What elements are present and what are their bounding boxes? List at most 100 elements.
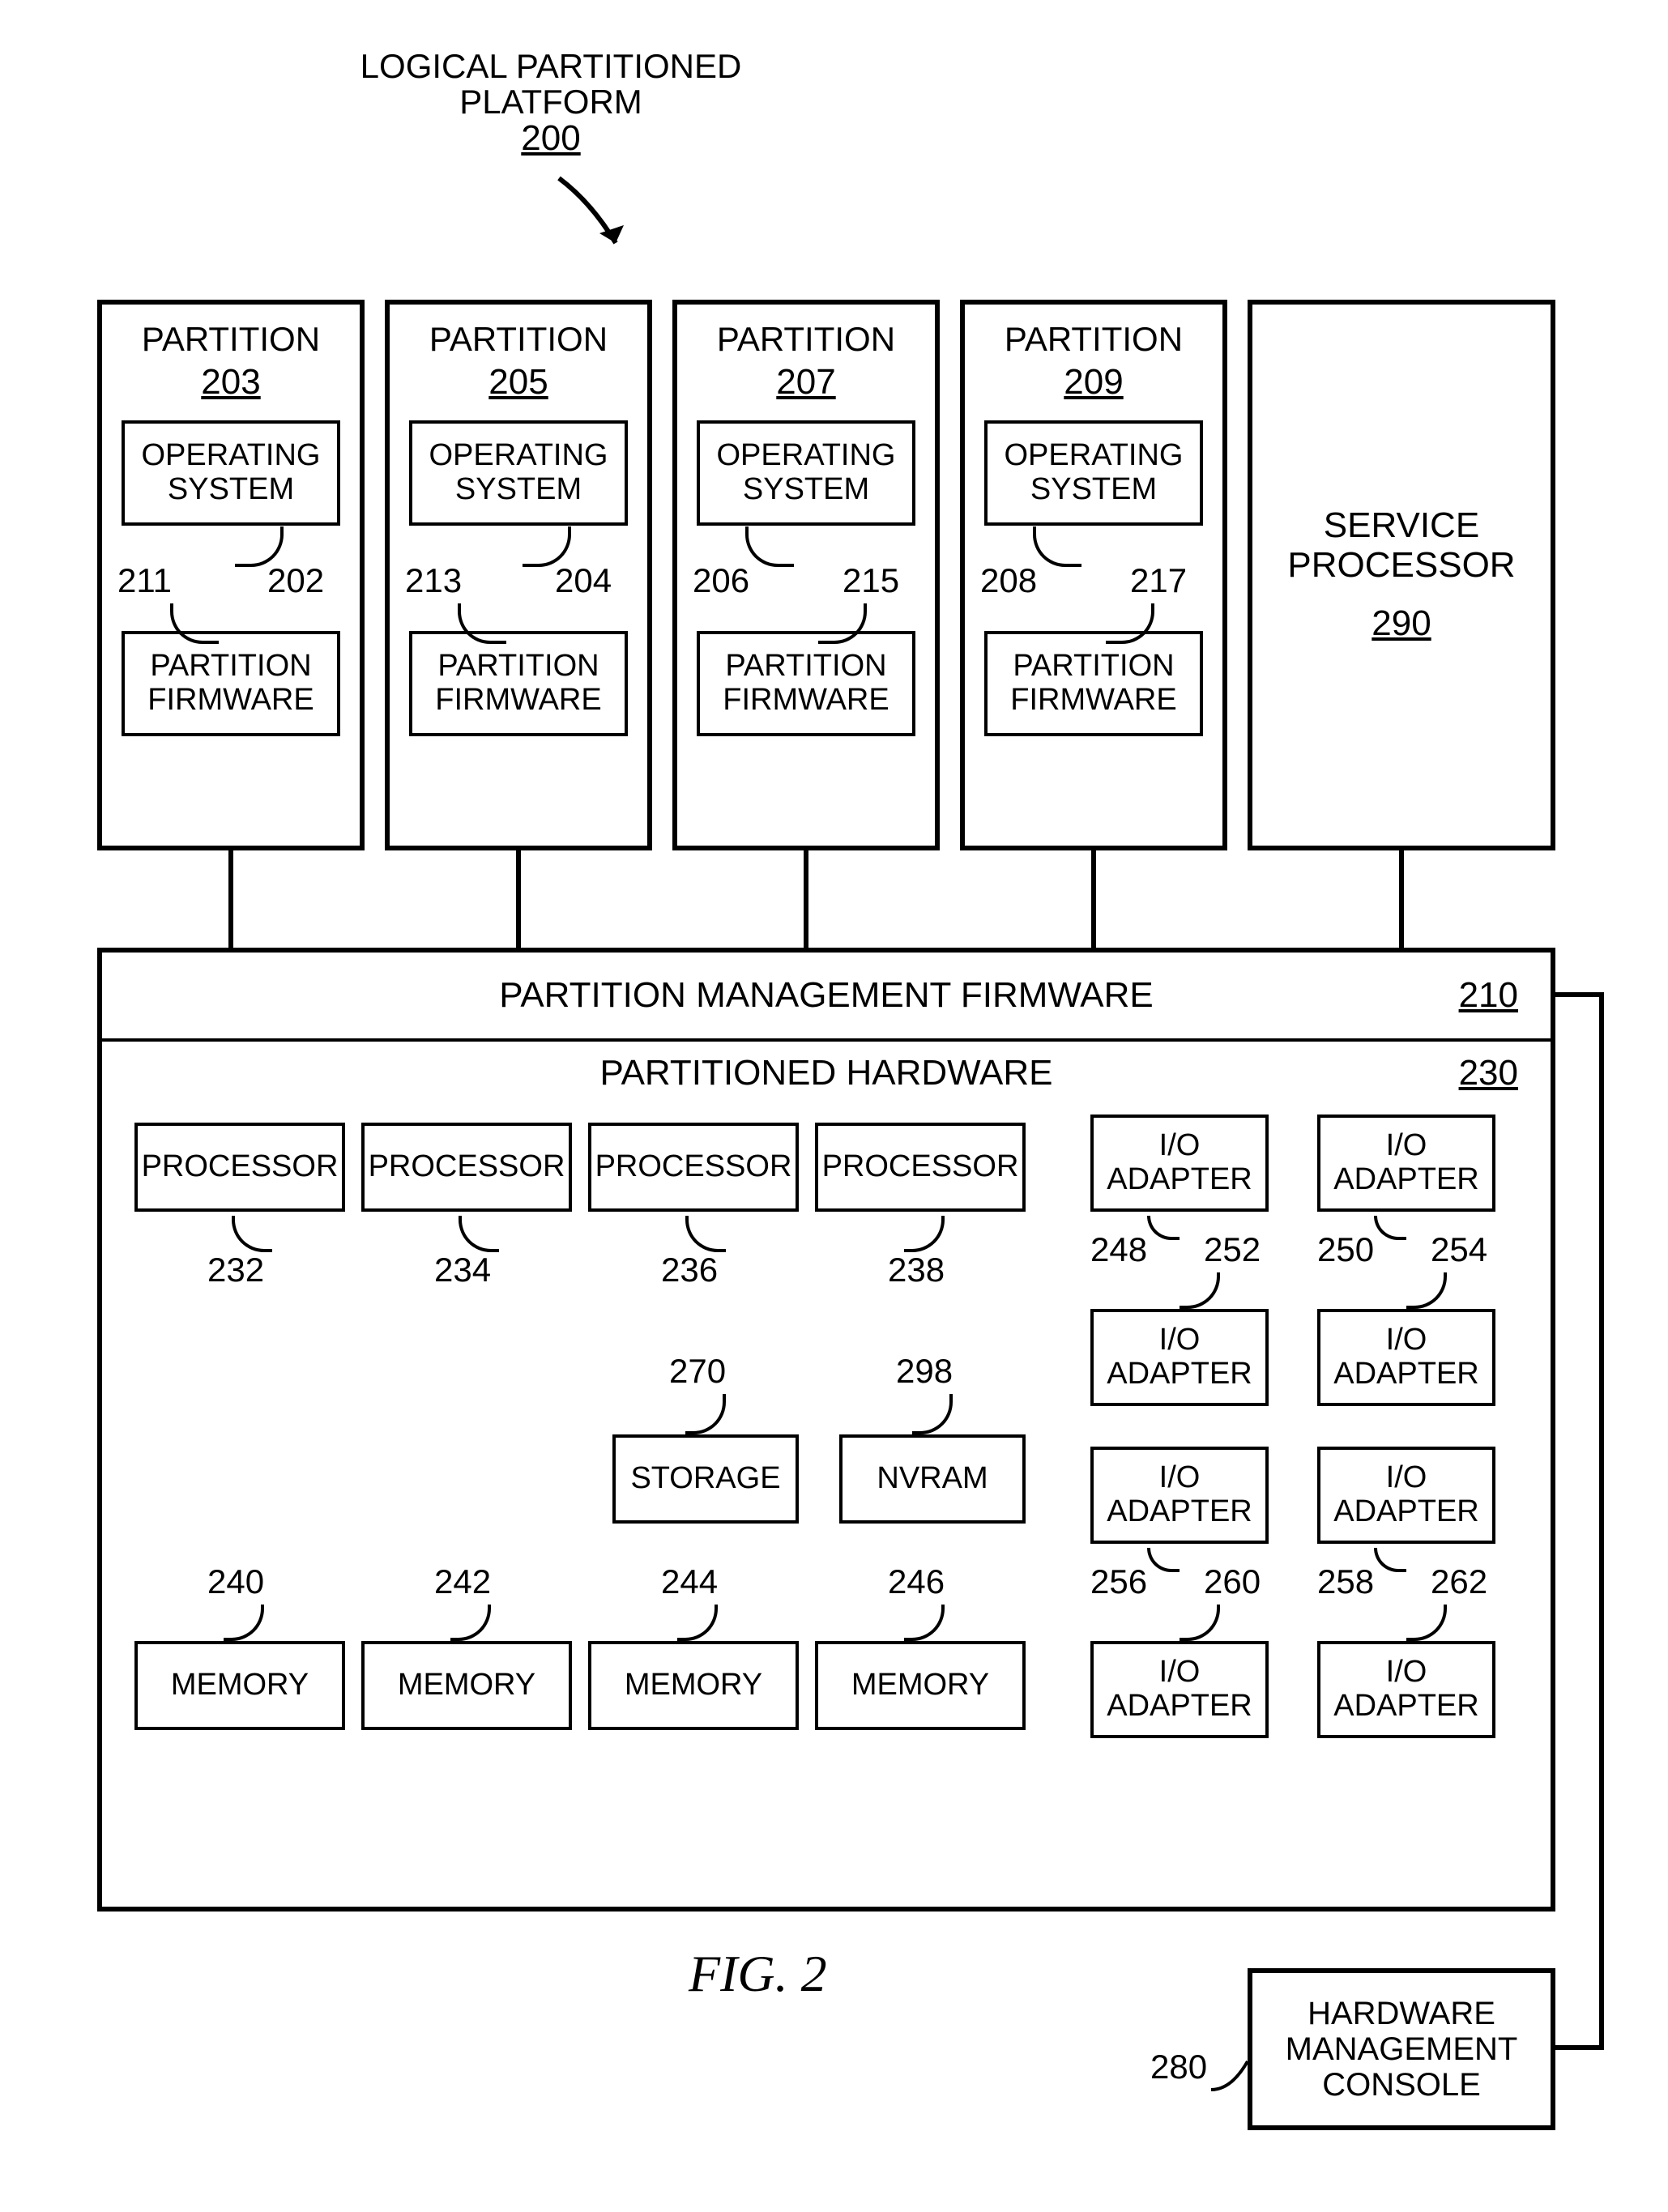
partition-title: PARTITION: [1005, 321, 1183, 358]
nvram-label: NVRAM: [877, 1462, 988, 1496]
tick-238: [904, 1216, 945, 1252]
proc-label: PROCESSOR: [822, 1150, 1019, 1184]
io-label: I/O ADAPTER: [1107, 1129, 1252, 1197]
ref-206: 206: [693, 563, 749, 599]
processor-238: PROCESSOR: [815, 1123, 1026, 1212]
os-box-206: OPERATING SYSTEM: [697, 420, 915, 526]
fw-box-217: PARTITION FIRMWARE: [984, 631, 1203, 736]
io-label: I/O ADAPTER: [1107, 1656, 1252, 1724]
hmc-280: HARDWARE MANAGEMENT CONSOLE: [1248, 1968, 1555, 2130]
partition-ref-205: 205: [488, 363, 548, 402]
connector-p3: [804, 850, 808, 948]
tick-270: [685, 1394, 726, 1434]
io-label: I/O ADAPTER: [1107, 1461, 1252, 1529]
partition-title: PARTITION: [717, 321, 895, 358]
os-label: OPERATING SYSTEM: [429, 439, 608, 507]
tick-298: [912, 1394, 953, 1434]
io-label: I/O ADAPTER: [1107, 1323, 1252, 1392]
os-box-204: OPERATING SYSTEM: [409, 420, 628, 526]
ref-230: 230: [1459, 1054, 1518, 1093]
figure-label: FIG. 2: [689, 1944, 827, 2004]
pmf-title: PARTITION MANAGEMENT FIRMWARE: [499, 976, 1154, 1015]
tick-236: [685, 1216, 726, 1252]
fw-label: PARTITION FIRMWARE: [1010, 650, 1176, 718]
service-processor-title: SERVICE PROCESSOR: [1287, 506, 1515, 585]
fw-box-215: PARTITION FIRMWARE: [697, 631, 915, 736]
partition-ref-207: 207: [776, 363, 835, 402]
fw-label: PARTITION FIRMWARE: [435, 650, 601, 718]
partition-title: PARTITION: [429, 321, 608, 358]
memory-244: MEMORY: [588, 1641, 799, 1730]
io-adapter-252: I/O ADAPTER: [1090, 1309, 1269, 1406]
mem-label: MEMORY: [851, 1669, 989, 1703]
mem-label: MEMORY: [171, 1669, 309, 1703]
ref-260: 260: [1204, 1564, 1261, 1600]
io-adapter-250: I/O ADAPTER: [1317, 1115, 1495, 1212]
title-line1: LOGICAL PARTITIONED: [340, 49, 761, 84]
ref-242: 242: [434, 1564, 491, 1600]
tick-240: [224, 1605, 264, 1641]
connector-sp: [1399, 850, 1404, 948]
main-box: PARTITION MANAGEMENT FIRMWARE 210 PARTIT…: [97, 948, 1555, 1912]
fw-box-213: PARTITION FIRMWARE: [409, 631, 628, 736]
mem-label: MEMORY: [398, 1669, 535, 1703]
tick-248: [1147, 1216, 1180, 1240]
ref-232: 232: [207, 1252, 264, 1288]
io-label: I/O ADAPTER: [1333, 1129, 1478, 1197]
io-adapter-254: I/O ADAPTER: [1317, 1309, 1495, 1406]
ref-298: 298: [896, 1353, 953, 1389]
tick-260: [1180, 1605, 1220, 1641]
title-logical-partitioned-platform: LOGICAL PARTITIONED PLATFORM 200: [340, 49, 761, 157]
partition-title: PARTITION: [142, 321, 320, 358]
io-label: I/O ADAPTER: [1333, 1461, 1478, 1529]
ref-234: 234: [434, 1252, 491, 1288]
ref-270: 270: [669, 1353, 726, 1389]
hmc-wire-h2: [1555, 2045, 1604, 2050]
fw-box-211: PARTITION FIRMWARE: [122, 631, 340, 736]
ref-240: 240: [207, 1564, 264, 1600]
nvram-298: NVRAM: [839, 1434, 1026, 1524]
proc-label: PROCESSOR: [369, 1150, 565, 1184]
io-adapter-262: I/O ADAPTER: [1317, 1641, 1495, 1738]
connector-p1: [228, 850, 233, 948]
tick-250: [1374, 1216, 1406, 1240]
diagram-canvas: LOGICAL PARTITIONED PLATFORM 200 PARTITI…: [0, 0, 1668, 2212]
tick-246: [904, 1605, 945, 1641]
ref-258: 258: [1317, 1564, 1374, 1600]
os-label: OPERATING SYSTEM: [142, 439, 321, 507]
tick-280: [1207, 2057, 1256, 2098]
ref-280: 280: [1150, 2049, 1207, 2085]
pmf-header: PARTITION MANAGEMENT FIRMWARE 210: [102, 953, 1551, 1042]
io-label: I/O ADAPTER: [1333, 1323, 1478, 1392]
ref-238: 238: [888, 1252, 945, 1288]
os-label: OPERATING SYSTEM: [717, 439, 896, 507]
partition-ref-203: 203: [201, 363, 260, 402]
title-ref-200: 200: [340, 120, 761, 157]
arrow-200: [551, 170, 648, 267]
ref-250: 250: [1317, 1232, 1374, 1268]
ref-252: 252: [1204, 1232, 1261, 1268]
partition-ref-209: 209: [1064, 363, 1123, 402]
ref-210: 210: [1459, 976, 1518, 1015]
ref-290: 290: [1372, 604, 1431, 643]
ref-211: 211: [117, 563, 172, 599]
ref-248: 248: [1090, 1232, 1147, 1268]
mem-label: MEMORY: [625, 1669, 762, 1703]
storage-270: STORAGE: [612, 1434, 799, 1524]
ref-213: 213: [405, 563, 462, 599]
io-adapter-258: I/O ADAPTER: [1317, 1447, 1495, 1544]
processor-232: PROCESSOR: [134, 1123, 345, 1212]
tick-244: [677, 1605, 718, 1641]
ref-217: 217: [1130, 563, 1187, 599]
ref-244: 244: [661, 1564, 718, 1600]
hmc-title: HARDWARE MANAGEMENT CONSOLE: [1286, 1996, 1518, 2103]
ref-262: 262: [1431, 1564, 1487, 1600]
fw-label: PARTITION FIRMWARE: [147, 650, 314, 718]
connector-p2: [516, 850, 521, 948]
service-processor-290: SERVICE PROCESSOR 290: [1248, 300, 1555, 850]
ref-208: 208: [980, 563, 1037, 599]
os-box-208: OPERATING SYSTEM: [984, 420, 1203, 526]
proc-label: PROCESSOR: [142, 1150, 339, 1184]
memory-240: MEMORY: [134, 1641, 345, 1730]
fw-label: PARTITION FIRMWARE: [723, 650, 889, 718]
